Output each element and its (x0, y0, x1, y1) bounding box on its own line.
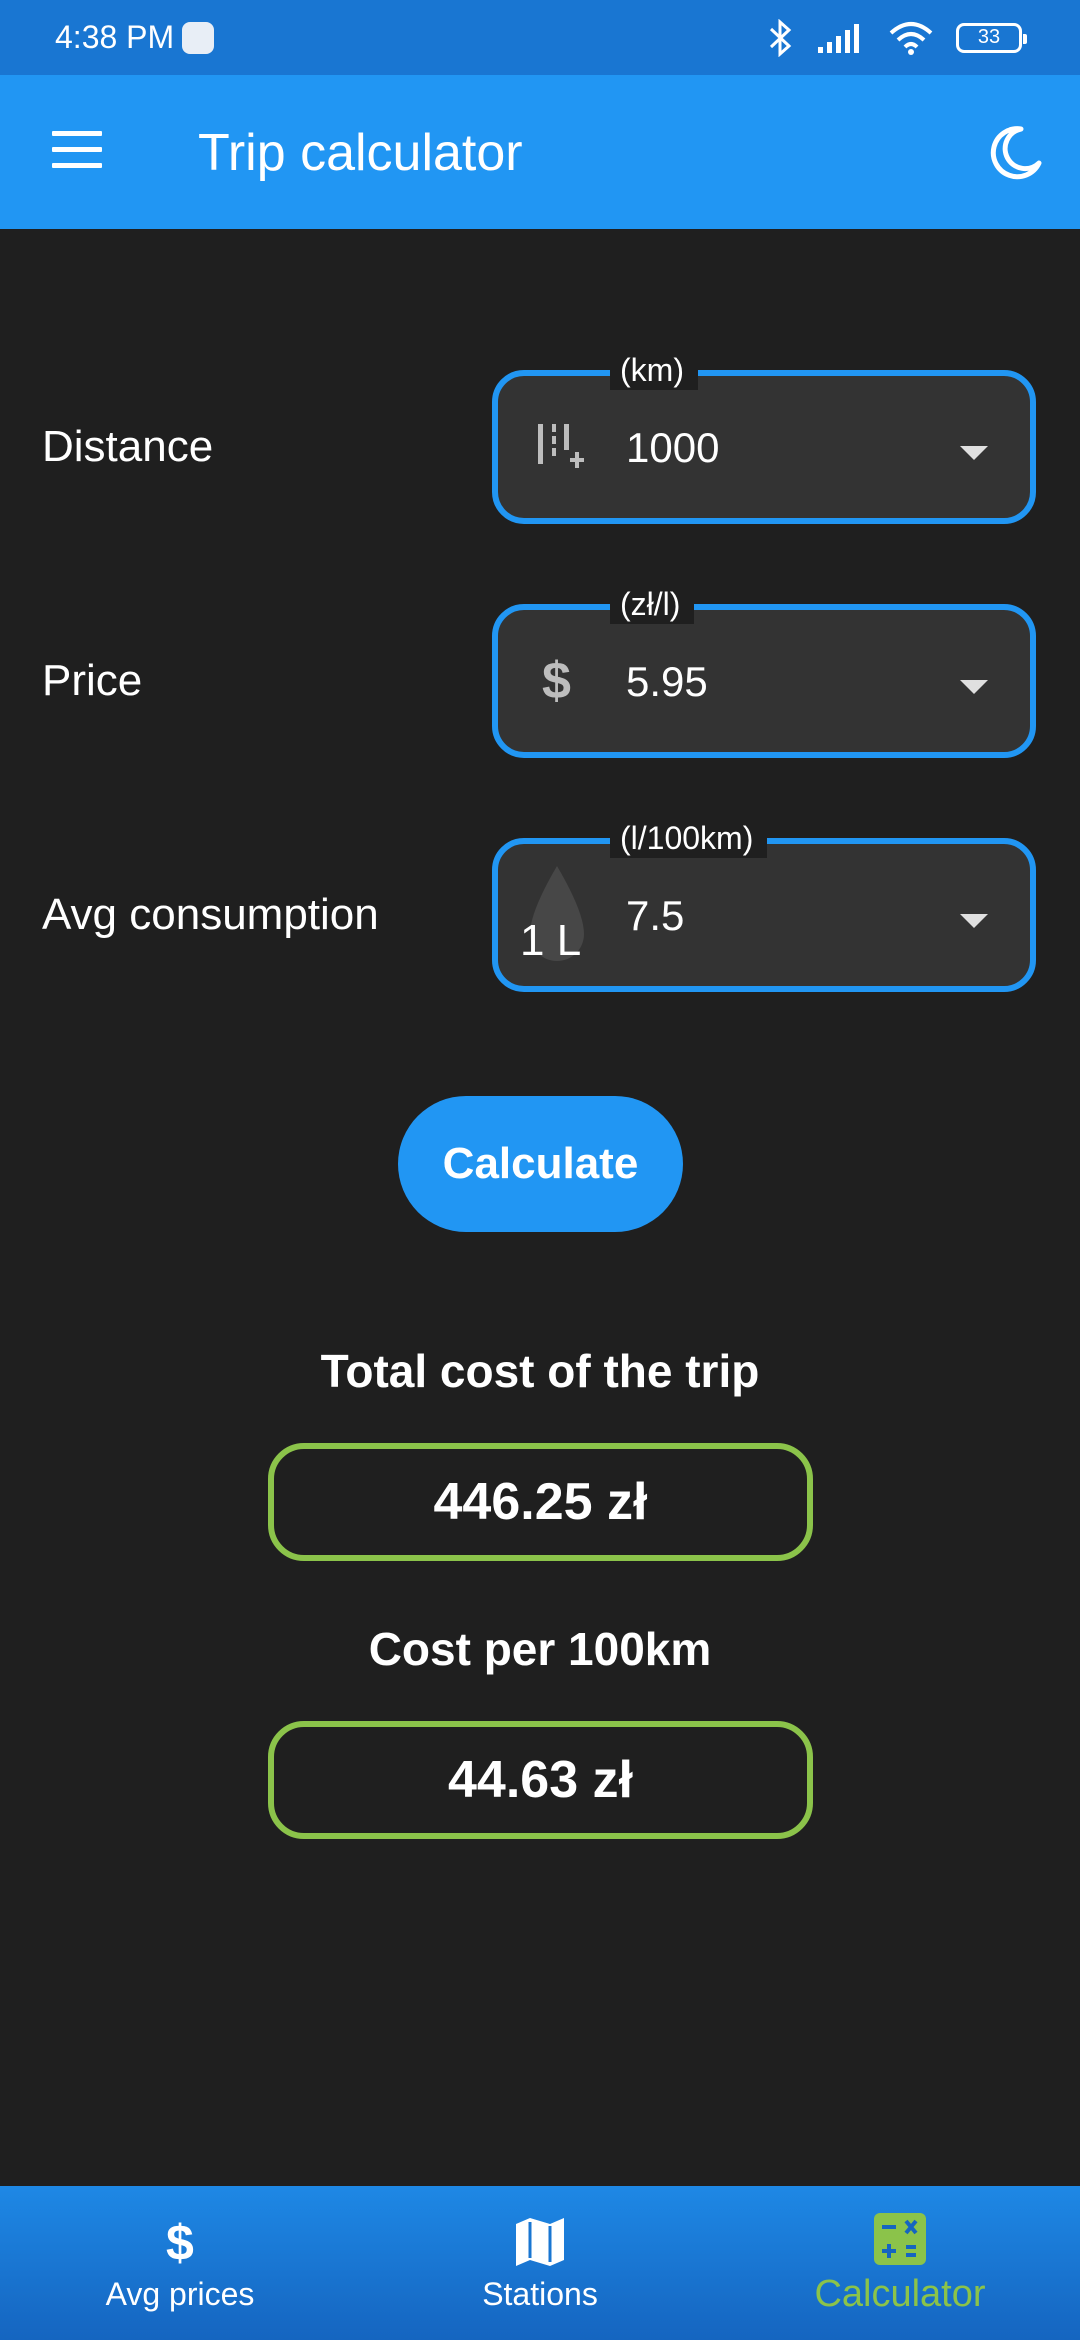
fuel-drop-icon: 1 L (512, 862, 602, 972)
status-left: 4:38 PM (55, 19, 215, 56)
calculate-button[interactable]: Calculate (398, 1096, 683, 1232)
consumption-field[interactable]: (l/100km) 1 L 7.5 (492, 818, 1036, 992)
svg-text:$: $ (166, 2215, 194, 2270)
distance-value: 1000 (626, 424, 720, 471)
status-bar: 4:38 PM 33 (0, 0, 1080, 75)
dropdown-arrow-icon[interactable] (958, 912, 990, 930)
menu-icon-line (52, 163, 102, 168)
nav-item-stations[interactable]: Stations (360, 2186, 720, 2340)
price-unit: (zł/l) (610, 584, 695, 624)
price-value: 5.95 (626, 658, 708, 705)
calculator-icon (874, 2212, 926, 2265)
nav-item-avg-prices[interactable]: $ Avg prices (0, 2186, 360, 2340)
price-label: Price (42, 656, 143, 705)
menu-button[interactable] (52, 131, 102, 171)
price-field[interactable]: (zł/l) $ 5.95 (492, 584, 1036, 758)
consumption-label: Avg consumption (42, 890, 379, 939)
distance-label: Distance (42, 422, 214, 471)
svg-text:$: $ (542, 652, 571, 710)
wifi-icon (889, 21, 933, 55)
cost-per-100km-value: 44.63 zł (447, 1751, 634, 1809)
nav-item-calculator[interactable]: Calculator (720, 2186, 1080, 2340)
distance-unit: (km) (610, 350, 698, 390)
cost-per-100km-title: Cost per 100km (368, 1623, 712, 1675)
total-cost-title: Total cost of the trip (320, 1345, 760, 1397)
map-icon (516, 2217, 564, 2266)
menu-icon-line (52, 147, 102, 152)
distance-field[interactable]: (km) 1000 (492, 350, 1036, 524)
app-bar: Trip calculator (0, 75, 1080, 229)
dollar-icon: $ (542, 652, 571, 710)
consumption-unit: (l/100km) (610, 818, 768, 858)
fuel-drop-label: 1 L (520, 916, 582, 965)
dropdown-arrow-icon[interactable] (958, 678, 990, 696)
battery-level: 33 (977, 26, 1001, 48)
dropdown-arrow-icon[interactable] (958, 444, 990, 462)
page-title: Trip calculator (198, 124, 523, 182)
nav-label-calculator: Calculator (814, 2272, 986, 2315)
bluetooth-icon (769, 18, 792, 57)
nav-label-avg-prices: Avg prices (105, 2275, 255, 2312)
status-time: 4:38 PM (55, 19, 175, 55)
cost-per-100km-box: 44.63 zł (268, 1721, 813, 1839)
consumption-value: 7.5 (626, 892, 685, 939)
dark-mode-icon[interactable] (985, 123, 1045, 183)
total-cost-box: 446.25 zł (268, 1443, 813, 1561)
menu-icon-line (52, 131, 102, 136)
notification-app-icon (182, 21, 215, 54)
total-cost-value: 446.25 zł (433, 1473, 648, 1531)
status-right: 33 (768, 18, 1027, 57)
nav-label-stations: Stations (482, 2275, 598, 2312)
bottom-navigation: $ Avg prices Stations Calculator (0, 2186, 1080, 2340)
battery-indicator: 33 (956, 22, 1027, 53)
signal-icon (818, 23, 859, 53)
dollar-icon: $ (166, 2215, 194, 2270)
ruler-icon (538, 424, 584, 468)
